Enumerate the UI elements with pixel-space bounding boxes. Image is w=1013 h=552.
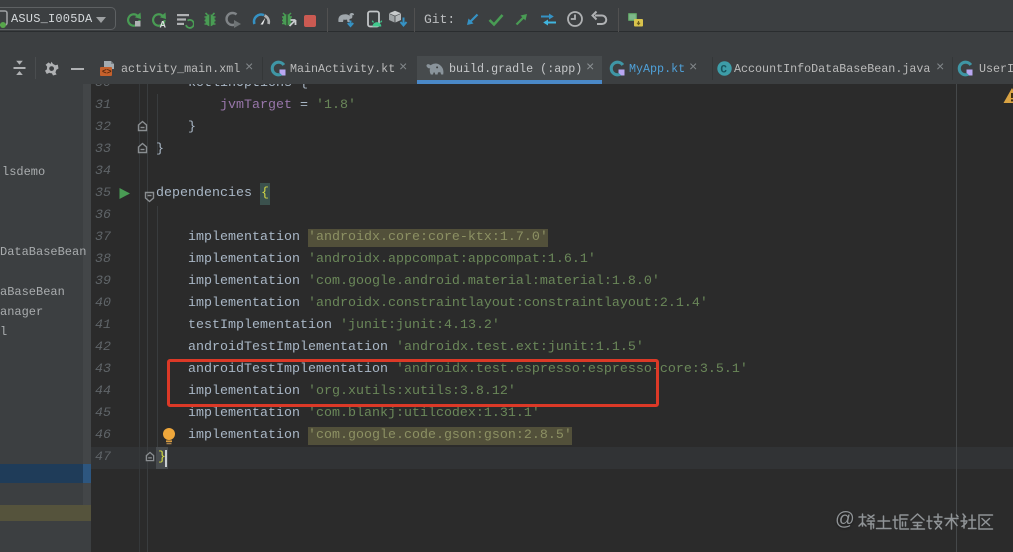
svg-text:<>: <> (102, 68, 112, 77)
svg-text:A: A (160, 20, 167, 30)
svg-text:C: C (720, 65, 727, 77)
